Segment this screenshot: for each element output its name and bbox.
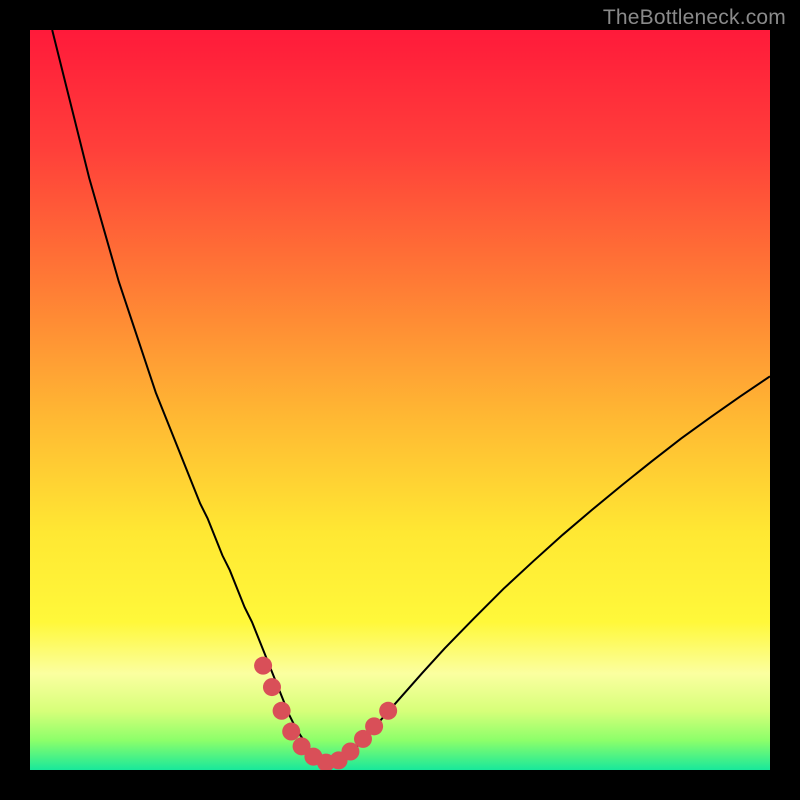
- plot-gradient-area: [30, 30, 770, 770]
- chart-container: TheBottleneck.com: [0, 0, 800, 800]
- watermark-text: TheBottleneck.com: [603, 6, 786, 30]
